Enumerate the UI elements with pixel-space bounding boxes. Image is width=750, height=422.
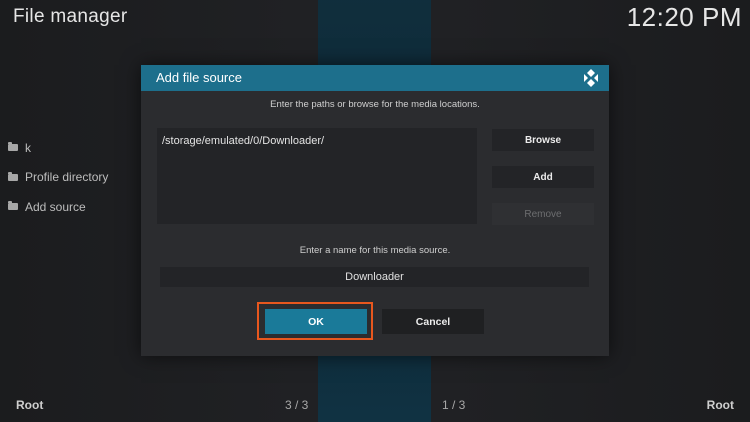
paths-hint: Enter the paths or browse for the media …	[270, 99, 480, 110]
list-item-k[interactable]: k	[8, 133, 138, 163]
ok-button[interactable]: OK	[265, 309, 367, 334]
source-list: k Profile directory Add source	[8, 133, 138, 222]
add-button[interactable]: Add	[492, 166, 594, 188]
list-item-label: k	[25, 140, 31, 155]
footer-left-count: 3 / 3	[285, 398, 309, 412]
dialog-header: Add file source	[141, 65, 609, 91]
list-item-label: Profile directory	[25, 170, 109, 185]
kodi-screen: File manager 12:20 PM k Profile director…	[0, 0, 750, 422]
path-item[interactable]: /storage/emulated/0/Downloader/	[162, 135, 324, 147]
list-item-label: Add source	[25, 199, 86, 214]
remove-button[interactable]: Remove	[492, 203, 594, 225]
paths-list[interactable]: /storage/emulated/0/Downloader/	[157, 128, 477, 224]
kodi-logo-icon	[584, 69, 598, 87]
clock: 12:20 PM	[626, 2, 742, 32]
name-hint: Enter a name for this media source.	[299, 245, 451, 256]
page-title: File manager	[13, 6, 128, 27]
cancel-button[interactable]: Cancel	[382, 309, 484, 334]
footer-right-label: Root	[706, 398, 734, 412]
source-name-input[interactable]: Downloader	[160, 267, 589, 287]
add-file-source-dialog: Add file source Enter the paths or brows…	[141, 65, 609, 356]
folder-icon	[8, 201, 18, 211]
list-item-add-source[interactable]: Add source	[8, 192, 138, 222]
list-item-profile-directory[interactable]: Profile directory	[8, 163, 138, 193]
footer-right-count: 1 / 3	[442, 398, 466, 412]
folder-icon	[8, 142, 18, 152]
dialog-title: Add file source	[156, 70, 242, 85]
footer-left-label: Root	[16, 398, 44, 412]
folder-icon	[8, 171, 18, 181]
browse-button[interactable]: Browse	[492, 129, 594, 151]
